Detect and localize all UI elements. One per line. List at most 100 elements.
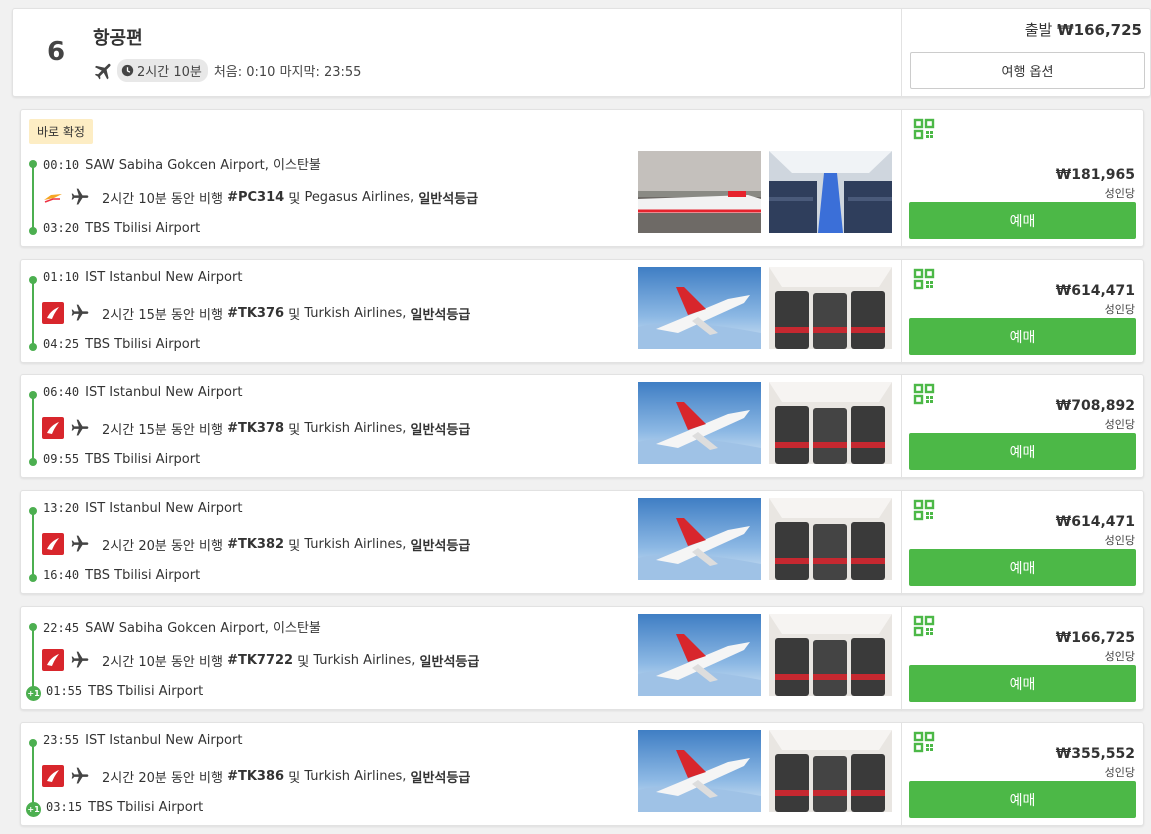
cabin-class: 일반석등급	[410, 422, 471, 438]
divider	[901, 491, 902, 595]
fare-price: ₩355,552	[1055, 746, 1135, 762]
plane-icon	[71, 535, 89, 552]
arrival: 03:15 TBS Tbilisi Airport	[46, 800, 203, 815]
arrival-airport: TBS Tbilisi Airport	[88, 800, 204, 815]
timeline-line	[32, 510, 34, 577]
arrival-dot	[29, 343, 37, 351]
price-label: 출발	[1024, 21, 1053, 39]
arrival-time: 03:20	[43, 221, 80, 235]
arrival-airport: TBS Tbilisi Airport	[85, 337, 201, 352]
book-button[interactable]: 예매	[909, 549, 1136, 586]
flight-duration: 2시간 10분 동안 비행	[102, 191, 223, 207]
departure-time: 23:55	[43, 733, 80, 747]
aircraft-photo[interactable]	[638, 382, 761, 464]
book-button[interactable]: 예매	[909, 781, 1136, 818]
departure-airport: IST Istanbul New Airport	[85, 270, 243, 285]
departure-time: 00:10	[43, 158, 80, 172]
arrival: 01:55 TBS Tbilisi Airport	[46, 684, 203, 699]
header-price: 출발 ₩166,725	[1025, 19, 1142, 40]
departure: 01:10 IST Istanbul New Airport	[43, 270, 242, 285]
plane-icon	[71, 651, 89, 668]
timeline-line	[32, 626, 34, 693]
book-button[interactable]: 예매	[909, 433, 1136, 470]
book-button[interactable]: 예매	[909, 202, 1136, 239]
aircraft-photo[interactable]	[638, 498, 761, 580]
fare-price: ₩614,471	[1055, 514, 1135, 530]
flight-details: 2시간 15분 동안 비행 #TK378 및 Turkish Airlines,…	[42, 417, 470, 439]
departure-airport: IST Istanbul New Airport	[85, 733, 243, 748]
departure-airport: SAW Sabiha Gokcen Airport, 이스탄불	[85, 621, 321, 636]
results-header: 6 항공편 2시간 10분 처음: 0:10 마지막: 23:55 출발 ₩16…	[12, 8, 1151, 97]
arrival-time: 16:40	[43, 568, 80, 582]
joiner-text: 및	[288, 307, 301, 323]
plane-icon	[71, 188, 89, 205]
turkish-airlines-logo	[42, 765, 64, 787]
per-adult-label: 성인당	[1104, 303, 1135, 316]
departure: 06:40 IST Istanbul New Airport	[43, 385, 242, 400]
qr-code-icon	[913, 615, 935, 637]
flight-duration: 2시간 20분 동안 비행	[102, 770, 223, 786]
fare-price: ₩181,965	[1055, 167, 1135, 183]
per-adult-label: 성인당	[1104, 766, 1135, 779]
flight-count: 6	[47, 37, 66, 67]
flight-number: #TK382	[227, 536, 285, 552]
joiner-text: 및	[288, 538, 301, 554]
book-button[interactable]: 예매	[909, 665, 1136, 702]
plane-icon	[71, 304, 89, 321]
arrival-dot	[29, 227, 37, 235]
arrival-dot	[29, 458, 37, 466]
joiner-text: 및	[288, 422, 301, 438]
arrival-time: 09:55	[43, 452, 80, 466]
arrival-time: 01:55	[46, 684, 83, 698]
cabin-photo[interactable]	[769, 614, 892, 696]
arrival-dot	[29, 574, 37, 582]
flight-duration: 2시간 20분 동안 비행	[102, 538, 223, 554]
timeline-line	[32, 279, 34, 346]
qr-code-icon	[913, 268, 935, 290]
fare-price: ₩614,471	[1055, 283, 1135, 299]
divider	[901, 723, 902, 827]
arrival: 03:20 TBS Tbilisi Airport	[43, 221, 200, 236]
arrival: 04:25 TBS Tbilisi Airport	[43, 337, 200, 352]
arrival-time: 04:25	[43, 337, 80, 351]
flight-card: +1 23:55 IST Istanbul New Airport 2시간 20분 동…	[20, 722, 1144, 827]
arrival-airport: TBS Tbilisi Airport	[85, 568, 201, 583]
plane-icon	[71, 767, 89, 784]
departure: 13:20 IST Istanbul New Airport	[43, 501, 242, 516]
summary-info: 2시간 10분 처음: 0:10 마지막: 23:55	[93, 59, 361, 82]
arrival-airport: TBS Tbilisi Airport	[85, 221, 201, 236]
per-adult-label: 성인당	[1104, 418, 1135, 431]
airline-name: Turkish Airlines,	[304, 420, 407, 436]
flight-card: 13:20 IST Istanbul New Airport 2시간 20분 동안 …	[20, 490, 1144, 595]
aircraft-photo[interactable]	[638, 730, 761, 812]
departure-airport: IST Istanbul New Airport	[85, 385, 243, 400]
departure-airport: IST Istanbul New Airport	[85, 501, 243, 516]
airline-name: Turkish Airlines,	[304, 536, 407, 552]
cabin-photo[interactable]	[769, 498, 892, 580]
book-button[interactable]: 예매	[909, 318, 1136, 355]
divider	[901, 260, 902, 364]
flight-duration: 2시간 15분 동안 비행	[102, 307, 223, 323]
flight-card: 06:40 IST Istanbul New Airport 2시간 15분 동안 …	[20, 374, 1144, 479]
trip-options-button[interactable]: 여행 옵션	[910, 52, 1145, 89]
departure-dot	[29, 276, 37, 284]
next-day-badge: +1	[26, 802, 41, 817]
cabin-class: 일반석등급	[410, 307, 471, 323]
aircraft-photo[interactable]	[638, 267, 761, 349]
cabin-photo[interactable]	[769, 267, 892, 349]
aircraft-photo[interactable]	[638, 151, 761, 233]
cabin-class: 일반석등급	[419, 654, 480, 670]
cabin-photo[interactable]	[769, 730, 892, 812]
cabin-photo[interactable]	[769, 151, 892, 233]
cabin-photo[interactable]	[769, 382, 892, 464]
fare-price: ₩166,725	[1055, 630, 1135, 646]
per-adult-label: 성인당	[1104, 650, 1135, 663]
timeline-line	[32, 163, 34, 230]
departure-dot	[29, 623, 37, 631]
divider	[901, 607, 902, 711]
qr-code-icon	[913, 118, 935, 140]
aircraft-photo[interactable]	[638, 614, 761, 696]
departure-dot	[29, 160, 37, 168]
qr-code-icon	[913, 731, 935, 753]
departure-time: 22:45	[43, 621, 80, 635]
